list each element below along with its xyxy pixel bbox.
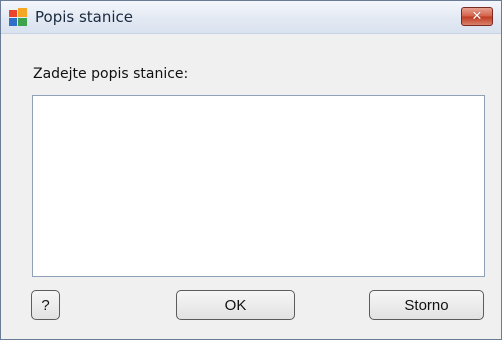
station-description-input[interactable] — [32, 95, 485, 277]
close-icon: ✕ — [471, 9, 483, 24]
cancel-button[interactable]: Storno — [369, 290, 484, 320]
title-bar[interactable]: Popis stanice ✕ — [1, 1, 501, 34]
close-button[interactable]: ✕ — [461, 7, 493, 26]
ok-button[interactable]: OK — [176, 290, 295, 320]
dialog-window: Popis stanice ✕ Zadejte popis stanice: ?… — [0, 0, 502, 340]
description-prompt-label: Zadejte popis stanice: — [33, 66, 189, 82]
help-button[interactable]: ? — [31, 290, 60, 320]
dialog-body: Zadejte popis stanice: ? OK Storno — [1, 34, 501, 339]
avg-logo-icon — [9, 8, 27, 26]
window-title: Popis stanice — [35, 8, 133, 26]
